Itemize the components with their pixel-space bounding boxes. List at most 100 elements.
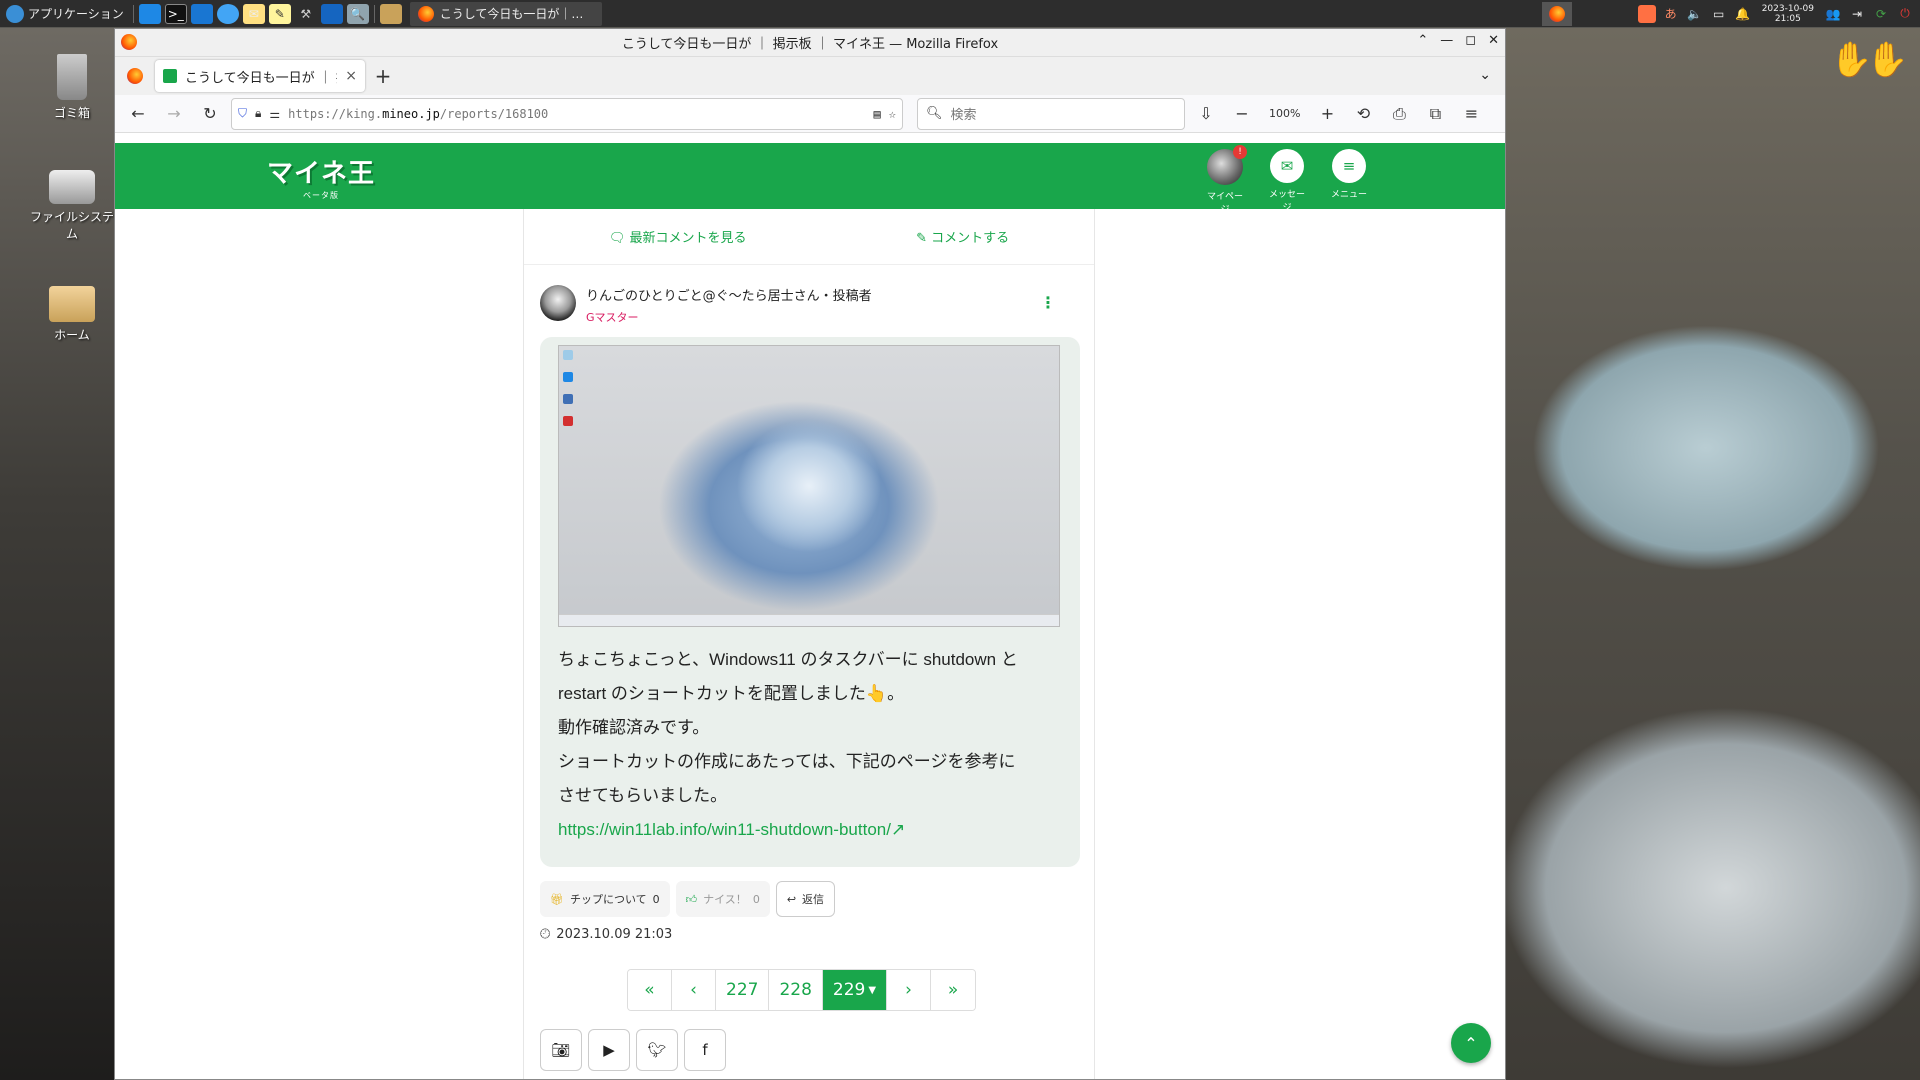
twitter-icon[interactable]: 🐦︎ — [636, 1029, 678, 1071]
thread-actions: 🗨︎ 最新コメントを見る ✎ コメントする — [524, 209, 1094, 265]
url-host: mineo.jp — [382, 106, 440, 121]
shade-icon[interactable]: ⌃ — [1417, 33, 1428, 48]
history-icon[interactable]: ⟲ — [1348, 99, 1378, 129]
screenshot-icon[interactable] — [320, 3, 343, 24]
notification-bell-icon[interactable]: 🔔 — [1734, 5, 1752, 23]
notification-badge: ! — [1233, 145, 1247, 159]
messages-label: メッセージ — [1268, 190, 1305, 213]
url-bar[interactable]: ⛉ 🔒︎ ⚌ https://king.mineo.jp/reports/168… — [231, 97, 903, 130]
firefox-tray-button[interactable] — [1541, 1, 1572, 26]
poster-avatar[interactable] — [540, 285, 576, 321]
page-227-button[interactable]: 227 — [716, 970, 770, 1010]
desktop-icon-home[interactable]: ホーム — [27, 286, 117, 343]
page-228-button[interactable]: 228 — [769, 970, 823, 1010]
site-logo[interactable]: マイネ王 ベータ版 — [267, 153, 375, 201]
poster-info: りんごのひとりごと@ぐ〜たら居士さん・投稿者 Gマスター — [586, 285, 872, 325]
search-bar[interactable]: 🔍︎ 検索 — [917, 97, 1185, 130]
zoom-out-icon[interactable]: − — [1227, 99, 1257, 129]
clock[interactable]: 2023-10-09 21:05 — [1762, 4, 1814, 24]
scroll-to-top-button[interactable]: ⌃ — [1451, 1023, 1491, 1063]
web-page: マイネ王 ベータ版 ! マイページ ✉ メッセージ ≡ メニュー 🗨︎ 最新コメ… — [115, 143, 1505, 1079]
logout-icon[interactable]: ⇥ — [1848, 5, 1866, 23]
reference-link[interactable]: https://win11lab.info/win11-shutdown-but… — [558, 813, 1068, 847]
lock-icon[interactable]: 🔒︎ — [255, 106, 261, 121]
next-page-button[interactable]: › — [887, 970, 932, 1010]
bookmark-star-icon[interactable]: ☆ — [889, 107, 896, 121]
tracking-shield-icon[interactable]: ⛉ — [238, 106, 247, 121]
power-icon[interactable]: ⏻ — [1896, 5, 1914, 23]
camera-icon[interactable]: 📷︎ — [540, 1029, 582, 1071]
current-page-dropdown[interactable]: 229 ▼ — [822, 970, 888, 1010]
firefox-icon — [417, 5, 434, 22]
post-image[interactable] — [558, 345, 1060, 627]
attachment-share-row: 📷︎ ▶ 🐦︎ f — [540, 1029, 726, 1071]
web-browser-icon[interactable] — [216, 3, 239, 24]
nice-button[interactable]: 👍︎ ナイス！ 0 — [675, 881, 770, 917]
show-desktop-icon[interactable] — [138, 3, 161, 24]
taskbar-window-button[interactable]: こうして今日も一日が｜… — [409, 1, 602, 26]
permissions-icon[interactable]: ⚌ — [269, 107, 280, 121]
last-page-button[interactable]: » — [931, 970, 976, 1010]
forward-icon[interactable]: → — [159, 99, 189, 129]
desktop-icon-filesystem[interactable]: ファイルシステム — [27, 170, 117, 242]
new-tab-button[interactable]: + — [365, 64, 401, 88]
print-icon[interactable]: ⎙ — [1384, 99, 1414, 129]
tab-active[interactable]: こうして今日も一日が ｜ 掲 × — [155, 60, 365, 92]
tip-button[interactable]: 🎁︎ チップについて 0 — [540, 881, 670, 917]
clock-icon: 🕘︎ — [540, 927, 551, 942]
messages-button[interactable]: ✉ メッセージ — [1267, 149, 1307, 215]
applications-menu[interactable]: アプリケーション — [0, 0, 130, 27]
post-line: ちょこちょこっと、Windows11 のタスクバーに shutdown と — [558, 650, 1018, 669]
facebook-icon[interactable]: f — [684, 1029, 726, 1071]
gift-icon: 🎁︎ — [550, 892, 564, 906]
close-icon[interactable]: ✕ — [1488, 33, 1499, 48]
ime-icon[interactable]: あ — [1662, 5, 1680, 23]
post-comment-link[interactable]: ✎ コメントする — [916, 227, 1009, 246]
downloads-icon[interactable]: ⇩ — [1191, 99, 1221, 129]
mail-icon[interactable]: ✉ — [242, 3, 265, 24]
file-manager-icon[interactable] — [190, 3, 213, 24]
firefox-icon — [121, 34, 137, 50]
minimize-icon[interactable]: — — [1440, 33, 1453, 48]
zoom-in-icon[interactable]: + — [1312, 99, 1342, 129]
zoom-level[interactable]: 100% — [1263, 107, 1306, 120]
video-icon[interactable]: ▶ — [588, 1029, 630, 1071]
app-menu-icon[interactable]: ≡ — [1456, 99, 1486, 129]
menu-button[interactable]: ≡ メニュー — [1329, 149, 1369, 215]
desktop-icon-trash[interactable]: ゴミ箱 — [27, 54, 117, 121]
restart-icon[interactable]: ⟳ — [1872, 5, 1890, 23]
tab-bar: こうして今日も一日が ｜ 掲 × + ⌄ — [115, 57, 1505, 95]
window-controls: ⌃ — ◻ ✕ — [1417, 33, 1499, 48]
poster-name[interactable]: りんごのひとりごと@ぐ〜たら居士さん・投稿者 — [586, 285, 872, 304]
tip-count: 0 — [652, 892, 660, 906]
terminal-icon[interactable]: >_ — [164, 3, 187, 24]
prev-page-button[interactable]: ‹ — [672, 970, 716, 1010]
latest-comments-link[interactable]: 🗨︎ 最新コメントを見る — [609, 227, 747, 246]
back-icon[interactable]: ← — [123, 99, 153, 129]
maximize-icon[interactable]: ◻ — [1465, 33, 1476, 48]
input-method-icon[interactable] — [1637, 4, 1656, 23]
mypage-button[interactable]: ! マイページ — [1205, 145, 1247, 215]
tab-close-icon[interactable]: × — [345, 68, 357, 84]
external-link-icon: ↗ — [890, 820, 906, 839]
reference-link-text: https://win11lab.info/win11-shutdown-but… — [558, 820, 891, 839]
user-switch-icon[interactable]: 👥 — [1824, 5, 1842, 23]
folder-icon[interactable] — [379, 3, 402, 24]
tools-icon[interactable]: ⚒ — [295, 4, 317, 24]
text-editor-icon[interactable]: ✎ — [268, 3, 291, 24]
reader-view-icon[interactable]: ▤ — [874, 107, 881, 121]
search-app-icon[interactable]: 🔍 — [346, 3, 369, 24]
first-page-button[interactable]: « — [628, 970, 672, 1010]
list-all-tabs-icon[interactable]: ⌄ — [1479, 67, 1491, 83]
more-options-icon[interactable]: ⋮ — [1040, 293, 1056, 312]
reply-button[interactable]: ↩ 返信 — [775, 881, 836, 917]
extensions-icon[interactable]: ⧉ — [1420, 99, 1450, 129]
reload-icon[interactable]: ↻ — [195, 99, 225, 129]
tab-title: こうして今日も一日が ｜ 掲 — [185, 70, 338, 86]
post-line: させてもらいました。 — [558, 786, 728, 805]
battery-icon[interactable]: ▭ — [1710, 5, 1728, 23]
reply-label: 返信 — [802, 893, 825, 906]
desktop-icon-label: ホーム — [54, 328, 90, 342]
firefox-view-button[interactable] — [115, 68, 155, 84]
volume-icon[interactable]: 🔈 — [1686, 5, 1704, 23]
